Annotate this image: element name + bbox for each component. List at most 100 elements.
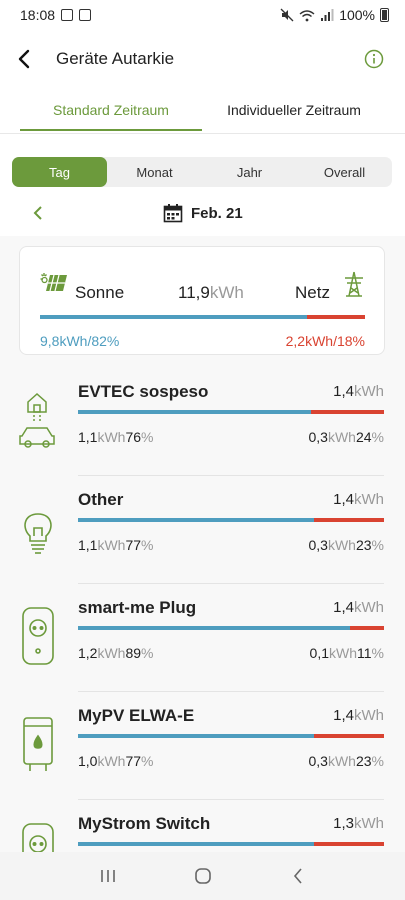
summary-card: Sonne 11,9kWh Netz 9,8kWh/82% 2,2kWh/18% [19,246,385,355]
device-grid-percent-sign: % [371,645,384,661]
period-overall[interactable]: Overall [297,157,392,187]
check-box-icon [79,9,92,21]
device-sun-value: 1,1kWh77% [78,537,154,553]
device-sun-percent-sign: % [141,645,154,661]
device-grid-unit: kWh [327,537,356,553]
device-grid-value: 0,3kWh23% [309,753,385,769]
status-right: 100% [280,7,389,23]
device-sun-fill [78,734,314,738]
smart-plug-icon [22,607,54,665]
tab-individueller-zeitraum[interactable]: Individueller Zeitraum [208,88,380,132]
recent-apps-button[interactable] [88,856,128,896]
device-name: EVTEC sospeso [78,382,209,401]
device-sun-percent-sign: % [141,753,154,769]
device-ratio-bar [78,626,384,630]
content-area: Sonne 11,9kWh Netz 9,8kWh/82% 2,2kWh/18% [0,236,405,860]
battery-percent: 100% [339,7,375,23]
arrow-back-icon [18,49,30,69]
device-grid-unit: kWh [329,645,357,661]
light-bulb-icon [24,513,52,554]
mute-icon [280,8,294,22]
summary-grid-percent: 18% [336,333,365,349]
device-row-smart-me-plug[interactable]: smart-me Plug 1,4kWh 1,2kWh89% 0,1kWh11% [0,584,405,692]
battery-icon [380,8,389,22]
sun-label: Sonne [75,283,125,302]
back-chevron-icon [293,868,302,884]
summary-sun-kwh: 9,8 [40,333,60,349]
signal-icon [321,8,334,21]
period-selector: Tag Monat Jahr Overall [12,157,392,187]
system-back-button[interactable] [278,856,318,896]
device-total-value: 1,4 [333,707,354,724]
summary-ratio-bar [40,315,365,319]
device-sun-fill [78,518,314,522]
recent-apps-icon [100,870,115,882]
device-sun-kwh: 1,2 [78,645,98,661]
grid-label: Netz [295,283,330,302]
device-grid-value: 0,3kWh23% [309,537,385,553]
summary-grid-kwh: 2,2 [285,333,306,349]
device-grid-percent-sign: % [371,753,384,769]
gallery-icon [61,9,74,21]
device-grid-kwh: 0,1 [309,645,329,661]
device-grid-value: 0,3kWh24% [309,429,385,445]
tab-indicator [20,129,202,131]
summary-sun-unit: kWh [59,333,88,349]
tab-standard-zeitraum[interactable]: Standard Zeitraum [20,88,202,132]
device-grid-percent-sign: % [371,537,384,553]
device-grid-kwh: 0,3 [308,429,328,445]
device-sun-unit: kWh [97,537,126,553]
device-total-unit: kWh [354,599,384,616]
device-total: 1,3kWh [333,815,384,832]
device-total-value: 1,4 [333,599,354,616]
period-jahr[interactable]: Jahr [202,157,297,187]
device-total-unit: kWh [354,815,384,832]
device-name: Other [78,490,124,509]
back-button[interactable] [2,37,46,81]
device-grid-kwh: 0,3 [308,537,328,553]
system-nav-bar [0,852,405,900]
home-icon [194,868,211,884]
device-sun-percent: 89 [125,645,142,661]
tab-bar: Standard Zeitraum Individueller Zeitraum [0,88,405,134]
device-row-mypv-elwa-e[interactable]: MyPV ELWA-E 1,4kWh 1,0kWh77% 0,3kWh23% [0,692,405,800]
summary-sun-value: 9,8kWh/82% [40,333,120,349]
device-sun-percent-sign: % [141,429,154,445]
device-sun-unit: kWh [97,429,126,445]
device-ratio-bar [78,518,384,522]
device-ratio-bar [78,410,384,414]
solar-sun-icon [40,273,67,292]
device-name: MyStrom Switch [78,814,211,833]
device-grid-percent: 11 [357,645,372,661]
device-grid-percent: 23 [355,537,372,553]
period-tag[interactable]: Tag [12,157,107,187]
device-row-other[interactable]: Other 1,4kWh 1,1kWh77% 0,3kWh23% [0,476,405,584]
home-button[interactable] [183,856,223,896]
device-sun-unit: kWh [97,753,126,769]
status-time: 18:08 [20,7,56,23]
device-sun-percent: 76 [125,429,142,445]
chevron-left-icon [33,206,42,220]
summary-grid-value: 2,2kWh/18% [285,333,365,349]
info-button[interactable] [362,47,386,71]
device-row-mystrom-switch[interactable]: MyStrom Switch 1,3kWh [0,800,405,860]
device-grid-value: 0,1kWh11% [310,645,384,661]
device-sun-unit: kWh [97,645,126,661]
info-icon [364,49,384,69]
date-label: Feb. 21 [191,204,243,222]
previous-date-button[interactable] [26,197,50,229]
device-sun-fill [78,842,314,846]
device-total-value: 1,4 [333,491,354,508]
device-row-evtec[interactable]: EVTEC sospeso 1,4kWh 1,1kWh76% 0,3kWh24% [0,368,405,476]
summary-grid-unit: kWh [305,333,334,349]
device-total: 1,4kWh [333,599,384,616]
summary-total-unit: kWh [209,283,244,302]
device-sun-value: 1,0kWh77% [78,753,154,769]
device-grid-unit: kWh [327,753,356,769]
period-monat[interactable]: Monat [107,157,202,187]
date-picker[interactable]: Feb. 21 [163,197,243,229]
device-grid-percent-sign: % [371,429,384,445]
device-sun-value: 1,1kWh76% [78,429,154,445]
summary-sun-percent: 82% [91,333,120,349]
date-navigator: Feb. 21 [0,197,405,229]
